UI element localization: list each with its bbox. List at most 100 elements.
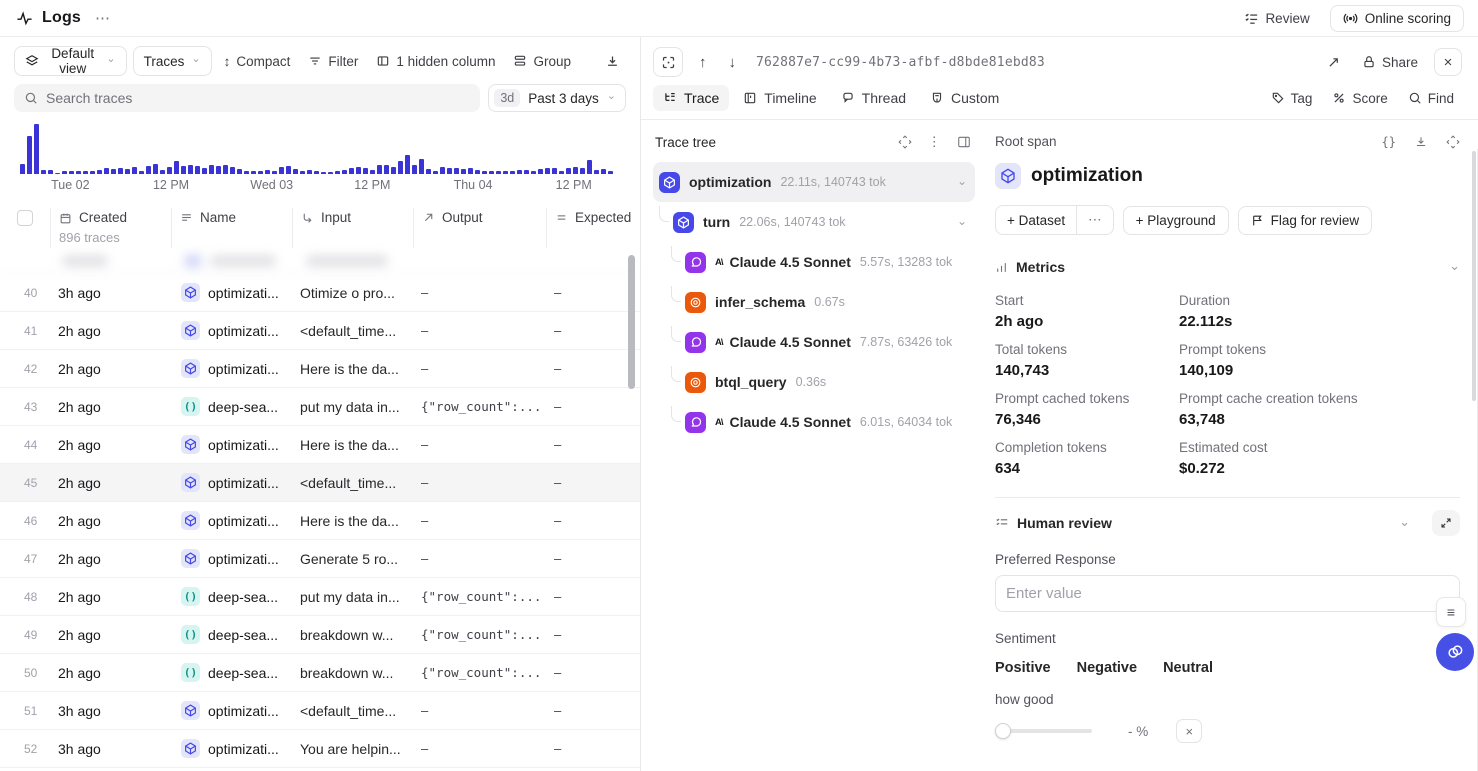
filter-button[interactable]: Filter (302, 50, 364, 73)
tab-trace[interactable]: Trace (653, 85, 729, 111)
histogram-bar (230, 167, 235, 174)
cell-expected: – (546, 437, 640, 452)
slider-thumb[interactable] (995, 723, 1011, 739)
table-row[interactable]: 41 2h ago optimizati... <default_time...… (0, 312, 640, 350)
traces-selector[interactable]: Traces⌄ (133, 46, 212, 76)
column-header-input[interactable]: Input (292, 208, 413, 248)
table-row[interactable]: 42 2h ago optimizati... Here is the da..… (0, 350, 640, 388)
tree-connector (659, 206, 669, 222)
trace-histogram[interactable]: Tue 0212 PMWed 0312 PMThu 0412 PM (0, 118, 640, 196)
tab-timeline[interactable]: Timeline (733, 85, 826, 111)
table-row[interactable]: 50 2h ago () deep-sea... breakdown w... … (0, 654, 640, 692)
trace-tree-node[interactable]: A\Claude 4.5 Sonnet 5.57s, 13283 tok (653, 242, 975, 282)
trace-tree-node[interactable]: A\Claude 4.5 Sonnet 6.01s, 64034 tok (653, 402, 975, 442)
online-scoring-button[interactable]: Online scoring (1330, 5, 1464, 32)
move-icon[interactable] (898, 135, 912, 149)
cell-input: breakdown w... (292, 627, 413, 643)
table-row[interactable]: 44 2h ago optimizati... Here is the da..… (0, 426, 640, 464)
search-input[interactable] (46, 90, 470, 106)
trace-tree-node[interactable]: A\Claude 4.5 Sonnet 7.87s, 63426 tok (653, 322, 975, 362)
view-json-button[interactable]: {} (1382, 135, 1396, 149)
table-row[interactable]: 43 2h ago () deep-sea... put my data in.… (0, 388, 640, 426)
cell-created: 2h ago (50, 361, 171, 377)
view-selector[interactable]: Default view⌄ (14, 46, 127, 76)
share-button[interactable]: Share (1356, 51, 1424, 74)
hidden-columns-button[interactable]: 1 hidden column (370, 50, 501, 73)
collapse-review-button[interactable]: ⌄ (1399, 515, 1410, 528)
table-row[interactable]: 48 2h ago () deep-sea... put my data in.… (0, 578, 640, 616)
side-menu-button[interactable]: ≡ (1436, 597, 1466, 627)
cell-name: optimizati... (171, 549, 292, 568)
column-header-created[interactable]: Created 896 traces (50, 208, 171, 248)
clear-score-button[interactable]: × (1176, 719, 1202, 743)
trace-tree-node[interactable]: optimization 22.11s, 140743 tok ⌄ (653, 162, 975, 202)
sentiment-option-neutral[interactable]: Neutral (1163, 660, 1213, 676)
find-button[interactable]: Find (1400, 87, 1462, 110)
close-panel-button[interactable]: × (1434, 48, 1462, 76)
next-trace-button[interactable]: ↓ (723, 52, 743, 73)
column-header-expected[interactable]: Expected (546, 208, 640, 248)
score-button[interactable]: Score (1324, 87, 1395, 110)
histogram-bar (27, 136, 32, 174)
focus-span-button[interactable] (653, 47, 683, 77)
histogram-bar (545, 168, 550, 174)
review-button[interactable]: Review (1238, 7, 1315, 30)
search-traces-box[interactable] (14, 84, 480, 112)
expand-review-button[interactable] (1432, 510, 1460, 536)
histogram-bar (573, 167, 578, 174)
span-metrics: 0.67s (814, 295, 845, 309)
page-menu-button[interactable]: ⋯ (95, 9, 111, 27)
column-header-name[interactable]: Name (171, 208, 292, 248)
tag-button[interactable]: Tag (1263, 87, 1321, 110)
chevron-down-icon[interactable]: ⌄ (957, 215, 967, 227)
table-row[interactable]: 47 2h ago optimizati... Generate 5 ro...… (0, 540, 640, 578)
group-button[interactable]: Group (507, 50, 577, 73)
row-number: 48 (0, 590, 50, 604)
axis-tick-label: Thu 04 (423, 178, 524, 192)
preferred-response-label: Preferred Response (995, 552, 1460, 567)
select-all-checkbox[interactable] (17, 210, 33, 226)
tab-custom[interactable]: Custom (920, 85, 1009, 111)
cell-input: <default_time... (292, 703, 413, 719)
compact-toggle[interactable]: ↕ Compact (218, 50, 297, 73)
preferred-response-input[interactable] (995, 575, 1460, 612)
collapse-metrics-button[interactable]: ⌄ (1449, 259, 1460, 272)
chevron-down-icon[interactable]: ⌄ (957, 175, 967, 187)
tab-thread[interactable]: Thread (831, 85, 916, 111)
table-row[interactable]: 45 2h ago optimizati... <default_time...… (0, 464, 640, 502)
move-icon[interactable] (1446, 135, 1460, 149)
sentiment-option-positive[interactable]: Positive (995, 660, 1051, 676)
trace-detail-panel: ↑ ↓ 762887e7-cc99-4b73-afbf-d8bde81ebd83… (641, 37, 1478, 771)
previous-trace-button[interactable]: ↑ (693, 52, 713, 73)
row-number: 51 (0, 704, 50, 718)
table-scrollbar[interactable] (628, 255, 635, 389)
table-row[interactable]: 46 2h ago optimizati... Here is the da..… (0, 502, 640, 540)
trace-tree-node[interactable]: btql_query 0.36s (653, 362, 975, 402)
chevron-down-icon: ⌄ (191, 54, 200, 65)
assistant-logo-button[interactable] (1436, 633, 1474, 671)
add-to-dataset-button[interactable]: + Dataset (996, 206, 1076, 234)
score-slider[interactable] (995, 723, 1092, 739)
table-row[interactable]: 40 3h ago optimizati... Otimize o pro...… (0, 274, 640, 312)
dataset-more-button[interactable]: ⋯ (1076, 206, 1113, 234)
table-row[interactable]: 49 2h ago () deep-sea... breakdown w... … (0, 616, 640, 654)
detail-scrollbar[interactable] (1472, 151, 1476, 401)
flag-for-review-button[interactable]: Flag for review (1238, 206, 1373, 235)
download-span-button[interactable] (1414, 135, 1428, 149)
trace-tree-node[interactable]: turn 22.06s, 140743 tok ⌄ (653, 202, 975, 242)
panel-toggle-icon[interactable] (957, 135, 971, 149)
tree-menu-icon[interactable]: ⋮ (928, 134, 942, 150)
sentiment-option-negative[interactable]: Negative (1077, 660, 1137, 676)
metric-value: $0.272 (1179, 460, 1460, 477)
time-range-selector[interactable]: 3d Past 3 days ⌄ (488, 84, 626, 112)
braintrust-logo-icon (1445, 642, 1465, 662)
table-row[interactable]: 52 3h ago optimizati... You are helpin..… (0, 730, 640, 768)
cell-expected: – (546, 399, 640, 414)
open-fullscreen-button[interactable]: ↗ (1321, 51, 1346, 73)
column-header-output[interactable]: Output (413, 208, 546, 248)
table-row[interactable]: 51 3h ago optimizati... <default_time...… (0, 692, 640, 730)
open-in-playground-button[interactable]: + Playground (1123, 206, 1229, 235)
export-button[interactable] (599, 50, 626, 73)
timeline-icon (743, 91, 757, 105)
trace-tree-node[interactable]: infer_schema 0.67s (653, 282, 975, 322)
